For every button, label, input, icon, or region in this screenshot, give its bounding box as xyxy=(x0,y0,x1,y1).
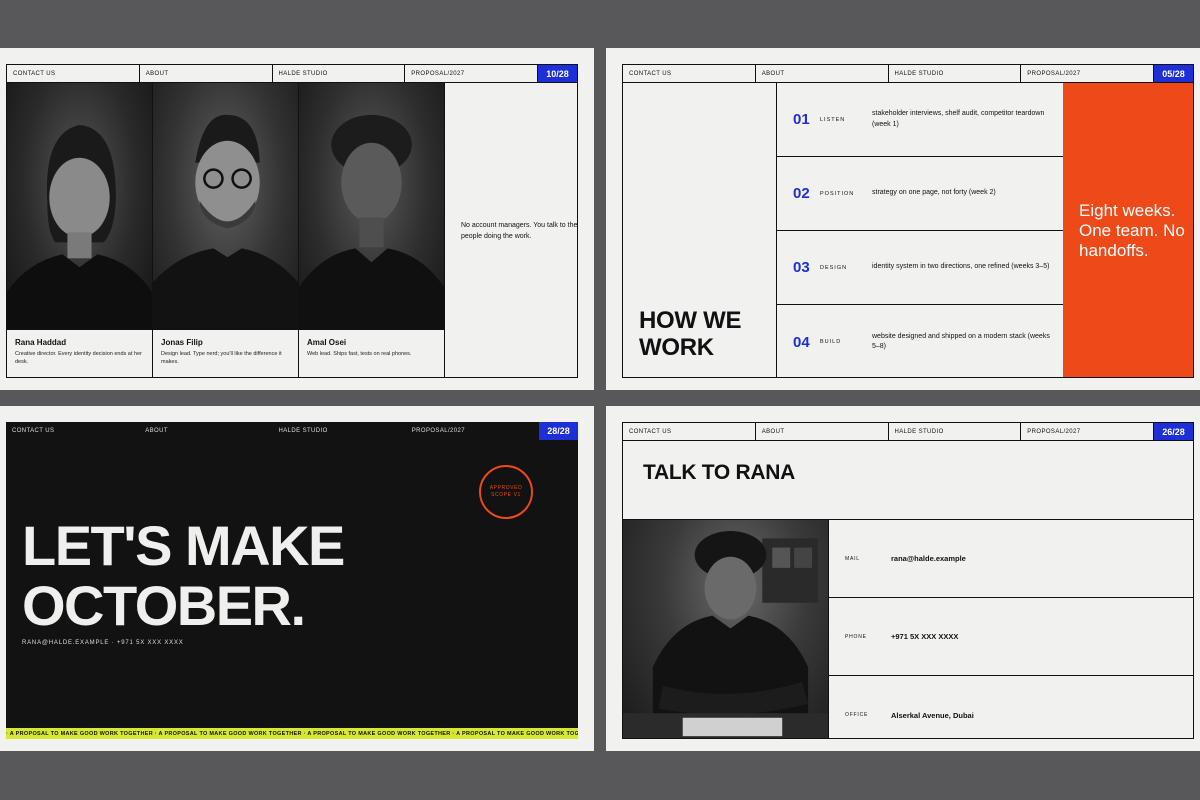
nav-proposal-link[interactable]: PROPOSAL/2027 xyxy=(406,422,539,440)
team-note: No account managers. You talk to the peo… xyxy=(461,222,578,240)
headline-line: LET'S MAKE xyxy=(22,514,345,577)
contact-label: OFFICE xyxy=(845,712,869,718)
slide-process[interactable]: CONTACT US ABOUT HALDE STUDIO PROPOSAL/2… xyxy=(606,48,1200,390)
nav-contact-link[interactable]: CONTACT US xyxy=(623,423,756,440)
step-label: BUILD xyxy=(820,339,842,345)
process-step: 03 DESIGN identity system in two directi… xyxy=(777,231,1063,305)
slide-team[interactable]: CONTACT US ABOUT HALDE STUDIO PROPOSAL/2… xyxy=(0,48,594,390)
nav-about-link[interactable]: ABOUT xyxy=(756,423,889,440)
process-title: HOW WE WORK xyxy=(639,307,742,361)
page-number-badge: 10/28 xyxy=(538,65,577,82)
step-description: identity system in two directions, one r… xyxy=(872,263,1050,271)
nav-proposal-link[interactable]: PROPOSAL/2027 xyxy=(1021,423,1154,440)
slide-nav: CONTACT US ABOUT HALDE STUDIO PROPOSAL/2… xyxy=(623,423,1193,441)
page-number-badge: 28/28 xyxy=(539,422,578,440)
process-title-panel: HOW WE WORK xyxy=(623,83,777,377)
team-grid: Rana Haddad Creative director. Every ide… xyxy=(7,83,445,377)
slide-frame: CONTACT US ABOUT HALDE STUDIO PROPOSAL/2… xyxy=(6,422,578,739)
member-role: Web lead. Ships fast, tests on real phon… xyxy=(307,351,412,357)
contact-label: MAIL xyxy=(845,555,860,562)
team-member-card: Amal Osei Web lead. Ships fast, tests on… xyxy=(299,83,445,377)
step-label: POSITION xyxy=(820,190,855,197)
step-description: strategy on one page, not forty (week 2) xyxy=(872,189,996,197)
contact-row-phone: PHONE +971 5X XXX XXXX xyxy=(829,598,1193,676)
slide-contact[interactable]: CONTACT US ABOUT HALDE STUDIO PROPOSAL/2… xyxy=(606,406,1200,751)
page-number-badge: 26/28 xyxy=(1154,423,1193,440)
contact-phone-link[interactable]: +971 5X XXX XXXX xyxy=(891,632,958,641)
portrait-photo xyxy=(7,83,152,330)
contact-label: PHONE xyxy=(845,633,867,640)
process-step: 01 LISTEN stakeholder interviews, shelf … xyxy=(777,83,1063,157)
ticker-strip: · A PROPOSAL TO MAKE GOOD WORK TOGETHER … xyxy=(6,728,578,739)
slide-frame: CONTACT US ABOUT HALDE STUDIO PROPOSAL/2… xyxy=(622,64,1194,378)
step-label: LISTEN xyxy=(820,116,846,123)
headline-line: OCTOBER. xyxy=(22,574,306,638)
team-member-card: Rana Haddad Creative director. Every ide… xyxy=(7,83,153,377)
step-number: 03 xyxy=(793,259,810,276)
contact-email-link[interactable]: rana@halde.example xyxy=(891,554,966,563)
nav-studio-link[interactable]: HALDE STUDIO xyxy=(889,65,1022,82)
step-label: DESIGN xyxy=(820,264,848,271)
contact-details: MAIL rana@halde.example PHONE +971 5X XX… xyxy=(829,520,1193,738)
contact-row-mail: MAIL rana@halde.example xyxy=(829,520,1193,598)
nav-about-link[interactable]: ABOUT xyxy=(756,65,889,82)
member-name: Jonas Filip xyxy=(161,338,203,347)
step-number: 04 xyxy=(793,333,810,351)
slide-closing[interactable]: CONTACT US ABOUT HALDE STUDIO PROPOSAL/2… xyxy=(0,406,594,751)
member-role: Creative director. Every identity decisi… xyxy=(15,351,142,365)
nav-studio-link[interactable]: HALDE STUDIO xyxy=(273,65,406,82)
slide-frame: CONTACT US ABOUT HALDE STUDIO PROPOSAL/2… xyxy=(6,64,578,378)
step-description: website designed and shipped on a modern… xyxy=(872,332,1050,351)
contact-office-address: Alserkal Avenue, Dubai xyxy=(891,710,974,720)
nav-studio-link[interactable]: HALDE STUDIO xyxy=(889,423,1022,440)
member-name: Rana Haddad xyxy=(15,338,67,347)
nav-about-link[interactable]: ABOUT xyxy=(139,422,272,440)
stamp-line: SCOPE V1 xyxy=(491,492,521,498)
slide-frame: CONTACT US ABOUT HALDE STUDIO PROPOSAL/2… xyxy=(622,422,1194,739)
closing-contact-line: RANA@HALDE.EXAMPLE · +971 5X XXX XXXX xyxy=(22,640,184,646)
nav-about-link[interactable]: ABOUT xyxy=(140,65,273,82)
contact-title: TALK TO RANA xyxy=(643,461,795,484)
stamp-line: APPROVED xyxy=(489,484,523,491)
portrait-photo xyxy=(153,83,298,330)
slide-nav: CONTACT US ABOUT HALDE STUDIO PROPOSAL/2… xyxy=(6,422,578,440)
nav-contact-link[interactable]: CONTACT US xyxy=(6,422,139,440)
nav-contact-link[interactable]: CONTACT US xyxy=(623,65,756,82)
closing-headline: LET'S MAKE OCTOBER. xyxy=(22,514,345,638)
nav-studio-link[interactable]: HALDE STUDIO xyxy=(273,422,406,440)
nav-contact-link[interactable]: CONTACT US xyxy=(7,65,140,82)
callout-panel: Eight weeks. One team. No handoffs. xyxy=(1063,83,1193,377)
step-number: 01 xyxy=(793,111,810,128)
slide-nav: CONTACT US ABOUT HALDE STUDIO PROPOSAL/2… xyxy=(623,65,1193,83)
contact-title-panel: TALK TO RANA xyxy=(623,441,1193,520)
page-number-badge: 05/28 xyxy=(1154,65,1193,82)
portrait-photo xyxy=(299,83,444,330)
team-note-panel: No account managers. You talk to the peo… xyxy=(445,83,577,377)
process-step: 02 POSITION strategy on one page, not fo… xyxy=(777,157,1063,231)
step-description: stakeholder interviews, shelf audit, com… xyxy=(872,110,1045,128)
member-role: Design lead. Type nerd; you'll like the … xyxy=(161,351,282,365)
contact-portrait-photo xyxy=(623,520,829,738)
team-member-card: Jonas Filip Design lead. Type nerd; you'… xyxy=(153,83,299,377)
callout-text: Eight weeks. One team. No handoffs. xyxy=(1079,201,1185,260)
contact-row-office: OFFICE Alserkal Avenue, Dubai xyxy=(829,676,1193,738)
nav-proposal-link[interactable]: PROPOSAL/2027 xyxy=(405,65,538,82)
slide-nav: CONTACT US ABOUT HALDE STUDIO PROPOSAL/2… xyxy=(7,65,577,83)
approved-stamp: APPROVED SCOPE V1 xyxy=(479,465,533,519)
process-steps: 01 LISTEN stakeholder interviews, shelf … xyxy=(777,83,1063,377)
nav-proposal-link[interactable]: PROPOSAL/2027 xyxy=(1021,65,1154,82)
step-number: 02 xyxy=(793,185,810,202)
process-step: 04 BUILD website designed and shipped on… xyxy=(777,305,1063,377)
member-name: Amal Osei xyxy=(307,338,347,347)
